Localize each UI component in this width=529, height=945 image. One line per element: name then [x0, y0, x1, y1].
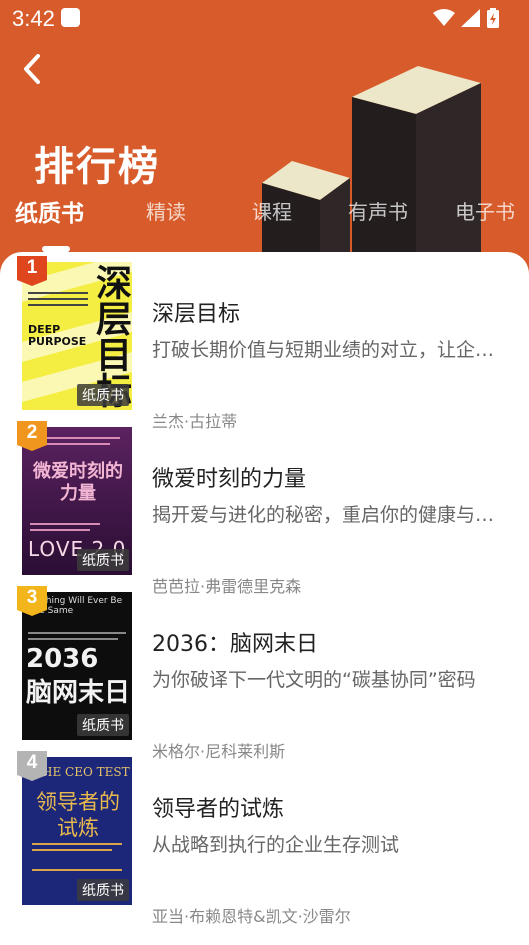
wifi-icon — [433, 9, 455, 26]
rank-badge: 1 — [17, 256, 47, 286]
rank-number: 3 — [26, 587, 38, 608]
battery-icon — [487, 8, 499, 28]
format-badge: 纸质书 — [77, 879, 129, 901]
format-badge: 纸质书 — [77, 549, 129, 571]
cover-title: 微爱时刻的力量 — [33, 461, 123, 504]
status-bar: 3:42 — [0, 0, 529, 36]
status-icons — [433, 8, 499, 28]
tab-intensive-reading[interactable]: 精读 — [146, 196, 186, 225]
book-title: 深层目标 — [152, 302, 241, 327]
rank-number: 4 — [26, 752, 38, 773]
book-title: 2036：脑网末日 — [152, 632, 318, 657]
cover-subtitle: DEEP PURPOSE — [28, 323, 87, 348]
list-item[interactable]: 深层目标 DEEP PURPOSE 纸质书 1 深层目标 打破长期价值与短期业绩… — [0, 252, 529, 431]
book-description: 揭开爱与进化的秘密，重启你的健康与幸福 — [152, 504, 512, 526]
status-time: 3:42 — [12, 6, 55, 31]
cover-title: 2036 脑网末日 — [26, 644, 131, 708]
cover-title: 领导者的试炼 — [36, 790, 120, 840]
page-title: 排行榜 — [34, 144, 160, 190]
tab-paper-books[interactable]: 纸质书 — [15, 194, 84, 228]
format-badge: 纸质书 — [77, 714, 129, 736]
tab-audiobooks[interactable]: 有声书 — [348, 196, 408, 225]
cover-subtitle: THE CEO TEST — [34, 765, 130, 779]
chevron-left-icon — [24, 54, 40, 84]
tab-ebooks[interactable]: 电子书 — [455, 196, 515, 225]
book-author: 亚当·布赖恩特&凯文·沙雷尔 — [152, 907, 351, 926]
ranking-list: 深层目标 DEEP PURPOSE 纸质书 1 深层目标 打破长期价值与短期业绩… — [0, 252, 529, 945]
book-description: 从战略到执行的企业生存测试 — [152, 834, 400, 856]
tab-bar: 纸质书 精读 课程 有声书 电子书 — [0, 196, 529, 236]
list-item[interactable]: THE CEO TEST 领导者的试炼 纸质书 4 领导者的试炼 从战略到执行的… — [0, 747, 529, 926]
list-item[interactable]: 微爱时刻的力量 LOVE 2.0 纸质书 2 微爱时刻的力量 揭开爱与进化的秘密… — [0, 417, 529, 596]
book-title: 领导者的试炼 — [152, 797, 285, 822]
notification-icon — [61, 8, 80, 27]
rank-number: 2 — [26, 422, 38, 443]
rank-badge: 4 — [17, 751, 47, 781]
rank-badge: 3 — [17, 586, 47, 616]
tab-courses[interactable]: 课程 — [252, 196, 292, 225]
rank-number: 1 — [26, 257, 38, 278]
back-button[interactable] — [18, 52, 50, 86]
book-description: 为你破译下一代文明的“碳基协同”密码 — [152, 669, 476, 691]
format-badge: 纸质书 — [77, 384, 129, 406]
list-item[interactable]: Nothing Will Ever Be the Same 2036 脑网末日 … — [0, 582, 529, 761]
book-title: 微爱时刻的力量 — [152, 467, 307, 492]
signal-icon — [461, 9, 480, 27]
book-description: 打破长期价值与短期业绩的对立，让企业行稳致远 — [152, 339, 512, 361]
rank-badge: 2 — [17, 421, 47, 451]
